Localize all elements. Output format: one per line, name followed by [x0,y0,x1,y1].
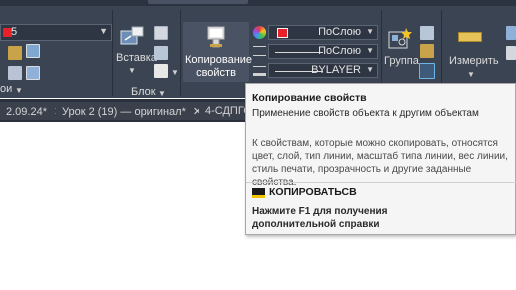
document-tab-label: 2.09.24* [6,106,47,118]
color-combo-value: ПоСлою [318,26,361,38]
chevron-down-icon: ▼ [366,46,374,55]
match-properties-button[interactable]: Копирование свойств [183,22,253,82]
chevron-down-icon: ▼ [366,65,374,74]
tooltip-command: КОПИРОВАТЬСВ [269,186,357,198]
match-properties-icon [207,26,225,48]
group-edit-icon[interactable] [420,44,434,58]
panel-separator [180,10,181,96]
block-panel-chevron-icon[interactable]: ▼ [158,89,166,98]
block-attribute-icon[interactable] [154,64,168,78]
lineweight-combo[interactable]: BYLAYER ▼ [268,63,378,78]
group-button-label[interactable]: Группа [384,55,419,67]
layer-match-icon[interactable] [26,66,40,80]
command-icon [252,188,265,198]
group-icon[interactable] [387,26,413,50]
block-attr-chevron-icon[interactable]: ▼ [171,68,179,77]
measure-chevron-icon[interactable]: ▼ [467,70,475,79]
insert-icon[interactable] [119,26,145,48]
match-properties-tooltip: Копирование свойств Применение свойств о… [245,83,516,235]
linetype-combo[interactable]: ПоСлою ▼ [268,44,378,59]
utilities-icon-2[interactable] [506,46,516,60]
lineweight-combo-value: BYLAYER [311,64,361,76]
panel-separator [112,10,113,96]
color-combo[interactable]: ПоСлою ▼ [268,25,378,40]
chevron-down-icon: ▼ [366,27,374,36]
tooltip-title: Копирование свойств [252,92,367,104]
layers-panel-label[interactable]: ои [0,83,12,95]
match-properties-label-line2: свойств [196,67,236,79]
layer-lock-icon[interactable] [8,66,22,80]
layer-freeze-icon[interactable] [8,46,22,60]
block-edit-icon[interactable] [154,46,168,60]
ruler-icon[interactable] [458,32,482,42]
insert-button-label[interactable]: Вставка [116,52,157,64]
color-wheel-icon[interactable] [253,26,266,39]
chevron-down-icon: ▼ [99,26,108,36]
document-tab-label: Урок 2 (19) — оригинал* [62,106,186,118]
match-properties-label-line1: Копирование [185,54,253,66]
linetype-combo-value: ПоСлою [318,45,361,57]
linetype-icon[interactable] [253,46,266,56]
tooltip-help-line1: Нажмите F1 для получения [252,206,388,217]
tooltip-subtitle: Применение свойств объекта к другим объе… [252,108,479,119]
layer-combo-value: 5 [11,26,18,38]
layer-stack-icon[interactable] [26,44,40,58]
utilities-icon[interactable] [506,26,516,40]
ungroup-icon[interactable] [420,26,434,40]
measure-button-label[interactable]: Измерить [449,55,499,67]
document-tab[interactable]: Урок 2 (19) — оригинал* ✕ [56,102,209,120]
ribbon-tab-strip [0,0,516,6]
tooltip-divider [246,182,516,183]
linetype-preview [275,52,323,53]
block-panel-label[interactable]: Блок [131,86,156,98]
block-create-icon[interactable] [154,26,168,40]
layers-panel-chevron-icon[interactable]: ▼ [15,86,23,95]
ribbon-active-tab-edge[interactable] [148,0,248,4]
layer-combo[interactable]: 5 ▼ [0,24,112,41]
lineweight-icon[interactable] [253,66,266,76]
tooltip-help-line2: дополнительной справки [252,219,380,230]
group-select-icon[interactable] [419,63,435,79]
color-swatch [277,28,288,38]
insert-chevron-icon[interactable]: ▼ [128,66,136,75]
